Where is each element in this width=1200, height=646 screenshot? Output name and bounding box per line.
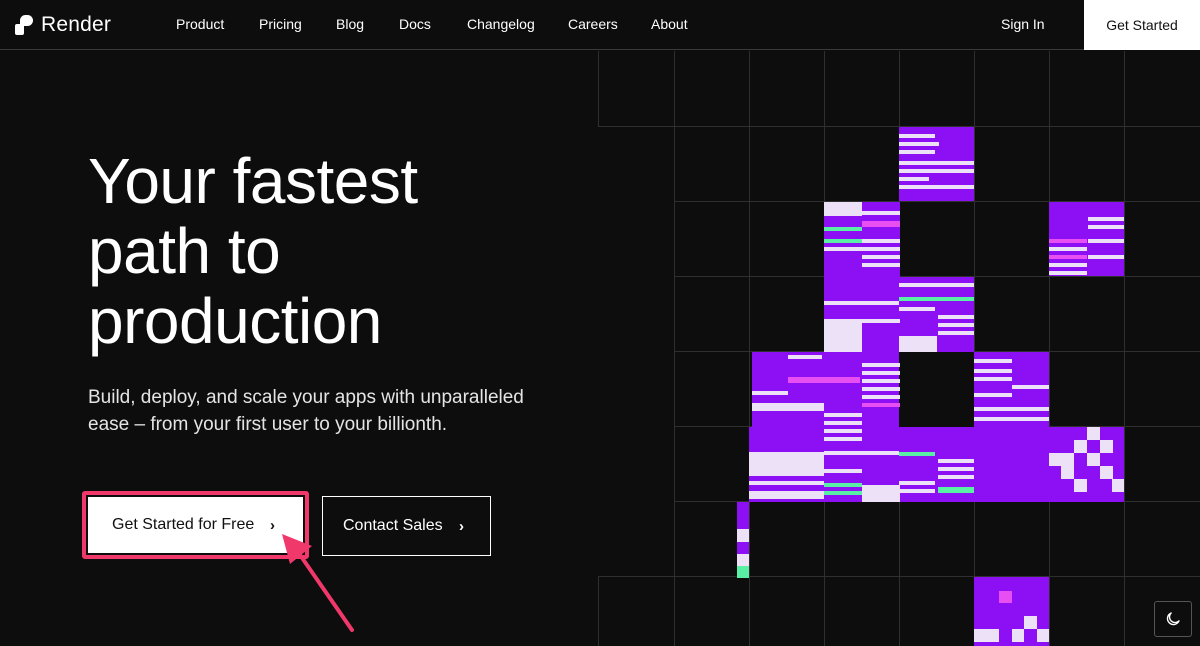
hero-subtitle: Build, deploy, and scale your apps with … <box>88 387 524 435</box>
get-started-button[interactable]: Get Started <box>1084 0 1200 50</box>
nav-link-docs[interactable]: Docs <box>399 16 431 32</box>
nav-link-product[interactable]: Product <box>176 16 224 32</box>
headline-line-1: Your fastest <box>88 145 418 217</box>
nav-link-about[interactable]: About <box>651 16 688 32</box>
moon-icon <box>1166 612 1180 626</box>
get-started-free-button[interactable]: Get Started for Free › <box>88 497 303 553</box>
hero-grid-artwork <box>598 51 1200 646</box>
nav-link-blog[interactable]: Blog <box>336 16 364 32</box>
nav-link-changelog[interactable]: Changelog <box>467 16 535 32</box>
brand-name: Render <box>41 13 112 36</box>
render-logo-icon <box>15 15 33 35</box>
render-logo[interactable]: Render <box>15 13 111 37</box>
hero-headline: Your fastest path to production <box>88 146 588 356</box>
headline-line-2: path to <box>88 215 281 287</box>
theme-toggle-button[interactable] <box>1154 601 1192 637</box>
sign-in-link[interactable]: Sign In <box>1001 16 1045 32</box>
annotation-arrow-icon <box>282 534 354 632</box>
nav-link-careers[interactable]: Careers <box>568 16 618 32</box>
chevron-right-icon: › <box>459 517 464 535</box>
primary-cta-label: Get Started for Free <box>112 516 255 533</box>
top-navigation: Render Product Pricing Blog Docs Changel… <box>0 0 1200 50</box>
nav-link-pricing[interactable]: Pricing <box>259 16 302 32</box>
chevron-right-icon: › <box>270 516 275 534</box>
headline-line-3: production <box>88 285 382 357</box>
